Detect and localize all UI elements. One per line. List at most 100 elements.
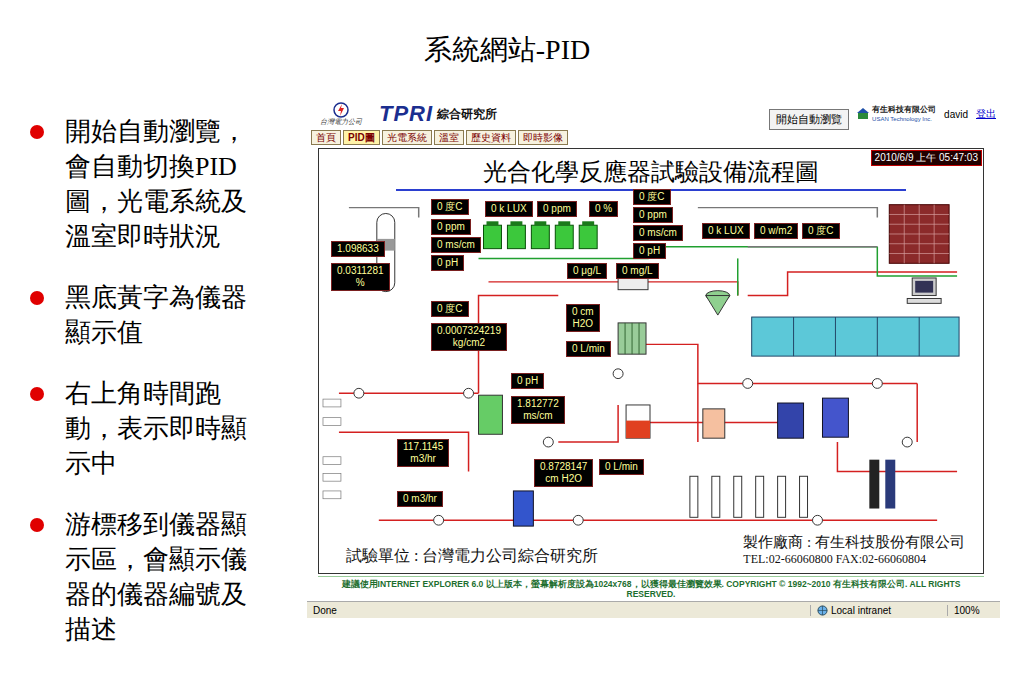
zoom-level[interactable]: 100% [947,605,994,616]
brand: TPRI綜合研究所 [379,102,497,126]
test-unit: 試驗單位 : 台灣電力公司綜合研究所 [346,546,598,567]
tag-icon [323,399,341,499]
nav-bar: 首頁PID圖光電系統溫室歷史資料即時影像 [307,130,1000,145]
instrument-readout[interactable]: 0 度C [431,301,469,317]
status-text: Done [313,605,800,616]
instrument-readout[interactable]: 0 w/m2 [754,223,798,239]
nav-tab[interactable]: 首頁 [311,130,341,145]
user-name: david [944,109,968,120]
brand-mark: TPRI [379,102,433,126]
pipe [698,208,877,218]
bullet-dot [30,125,44,139]
bullet-text: 游標移到儀器顯示區，會顯示儀器的儀器編號及描述 [65,507,270,647]
instrument-readout[interactable]: 0 ms/cm [431,237,481,253]
bullet-dot [30,518,44,532]
instrument-readout[interactable]: 0 cmH2O [566,304,600,332]
bullet-item: 黑底黃字為儀器顯示值 [30,280,282,350]
timestamp: 2010/6/9 上午 05:47:03 [871,150,982,166]
tank-icon [479,395,849,526]
company-name: 有生科技有限公司 [872,105,936,115]
instrument-readout[interactable]: 0 m3/hr [397,491,443,507]
instrument-readout[interactable]: 0 度C [802,223,840,239]
instrument-readout[interactable]: 0 ppm [633,207,673,223]
nav-tab[interactable]: 歷史資料 [466,130,516,145]
bullet-dot [30,387,44,401]
globe-icon [817,605,828,616]
bullet-dot [30,291,44,305]
instrument-readout[interactable]: 0 度C [431,199,469,215]
slide-title: 系統網站-PID [0,0,1014,68]
pipe [488,282,737,296]
security-zone: Local intranet [810,605,937,616]
pipe [748,246,878,247]
bullet-text: 開始自動瀏覽，會自動切換PID圖，光電系統及溫室即時狀況 [65,114,270,254]
instrument-readout[interactable]: 0 ppm [537,201,577,217]
filter-column-icon [690,460,895,518]
pipe [837,442,957,471]
instrument-readout[interactable]: 0 k LUX [485,201,533,217]
logo-caption: 台灣電力公司 [320,118,362,126]
instrument-readout[interactable]: 1.812772ms/cm [511,396,565,424]
site-header: 台灣電力公司TPRI綜合研究所開始自動瀏覽有生科技有限公司USAN Techno… [307,100,1000,128]
bullet-text: 右上角時間跑動，表示即時顯示中 [65,376,270,481]
instrument-readout[interactable]: 0.0311281% [331,263,390,291]
site-footer: 建議使用INTERNET EXPLORER 6.0 以上版本，螢幕解析度設為10… [318,576,984,601]
instrument-readout[interactable]: 1.098633 [331,241,385,257]
bullet-text: 黑底黃字為儀器顯示值 [65,280,270,350]
instrument-readout[interactable]: 0 % [589,201,618,217]
emblem-icon [333,102,349,118]
pipe [339,432,469,471]
computer-icon [907,278,941,303]
instrument-readout[interactable]: 0 pH [431,255,464,271]
browser-screenshot: 台灣電力公司TPRI綜合研究所開始自動瀏覽有生科技有限公司USAN Techno… [307,100,1000,618]
auto-browse-button[interactable]: 開始自動瀏覽 [769,109,849,130]
bullet-item: 游標移到儀器顯示區，會顯示儀器的儀器編號及描述 [30,507,282,647]
bullet-item: 右上角時間跑動，表示即時顯示中 [30,376,282,481]
instrument-readout[interactable]: 0 pH [633,243,666,259]
company-name-en: USAN Technology Inc. [872,115,936,123]
company-icon [857,108,869,120]
usan-logo: 有生科技有限公司USAN Technology Inc. [857,105,936,123]
instrument-readout[interactable]: 0 L/min [566,341,611,357]
instrument-readout[interactable]: 117.1145m3/hr [397,439,449,467]
pump-icon [354,369,912,525]
instrument-readout[interactable]: 0 ms/cm [633,225,683,241]
diagram-title-row: 光合化學反應器試驗設備流程圖 2010/6/9 上午 05:47:03 [319,149,983,187]
instrument-readout[interactable]: 0 k LUX [702,223,750,239]
instrument-readout[interactable]: 0 L/min [599,459,644,475]
pipe [916,383,917,442]
diagram-footer: 試驗單位 : 台灣電力公司綜合研究所 製作廠商 : 有生科技股份有限公司TEL:0… [319,533,983,573]
instrument-readout[interactable]: 0 ppm [431,219,471,235]
pipe [737,258,738,295]
status-bar: Done Local intranet 100% [307,601,1000,618]
instrument-readout[interactable]: 0.8728147cm H2O [534,459,593,487]
hopper-icon [706,291,730,315]
instrument-readout[interactable]: 0 mg/L [616,263,659,279]
manufacturer-contact: TEL:02-66060800 FAX:02-66060804 [743,552,965,567]
pid-diagram-panel: 光合化學反應器試驗設備流程圖2010/6/9 上午 05:47:030 度C0 … [318,148,984,574]
logout-link[interactable]: 登出 [976,107,996,121]
pipe [558,405,618,442]
nav-tab[interactable]: 溫室 [434,130,464,145]
nav-tab[interactable]: 即時影像 [518,130,568,145]
brand-sub: 綜合研究所 [437,106,497,123]
solar-panel-icon [889,205,949,264]
instrument-readout[interactable]: 0 度C [633,189,671,205]
instrument-readout[interactable]: 0 pH [511,373,544,389]
instrument-panel-icon [618,323,646,354]
slide-content: 開始自動瀏覽，會自動切換PID圖，光電系統及溫室即時狀況黑底黃字為儀器顯示值右上… [0,100,1014,647]
photobioreactor-icon [484,221,649,289]
pipe [379,520,937,521]
pipe [697,383,698,442]
nav-tab[interactable]: 光電系統 [382,130,432,145]
diagram-title: 光合化學反應器試驗設備流程圖 [483,159,819,185]
manufacturer: 製作廠商 : 有生科技股份有限公司 [743,533,965,552]
bullet-item: 開始自動瀏覽，會自動切換PID圖，光電系統及溫室即時狀況 [30,114,282,254]
nav-tab[interactable]: PID圖 [343,130,380,145]
instrument-readout[interactable]: 0 μg/L [567,263,607,279]
instrument-readout[interactable]: 0.0007324219kg/cm2 [431,323,507,351]
slide: 系統網站-PID 開始自動瀏覽，會自動切換PID圖，光電系統及溫室即時狀況黑底黃字… [0,0,1014,690]
water-channel-icon [752,317,959,356]
taipower-logo: 台灣電力公司 [311,102,371,126]
bullet-list: 開始自動瀏覽，會自動切換PID圖，光電系統及溫室即時狀況黑底黃字為儀器顯示值右上… [0,100,282,647]
